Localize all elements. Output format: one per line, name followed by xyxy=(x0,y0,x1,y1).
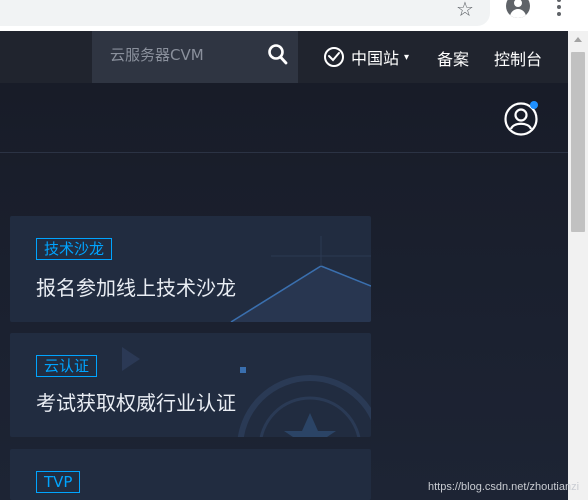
region-globe-icon xyxy=(324,47,344,67)
card-tag: 云认证 xyxy=(36,355,98,377)
card-tvp[interactable]: TVP xyxy=(10,449,371,500)
watermark: https://blog.csdn.net/zhoutianzi xyxy=(428,481,580,493)
page-scrollbar[interactable] xyxy=(568,31,588,500)
nav-link-filing[interactable]: 备案 xyxy=(437,46,469,70)
account-icon[interactable] xyxy=(506,0,530,18)
card-title: 报名参加线上技术沙龙 xyxy=(36,276,236,300)
region-selector[interactable]: 中国站 ▾ xyxy=(323,45,409,69)
browser-toolbar: ☆ xyxy=(0,0,588,31)
search-icon[interactable] xyxy=(268,44,288,66)
scroll-thumb[interactable] xyxy=(571,52,585,232)
region-label: 中国站 xyxy=(351,49,400,68)
card-salon[interactable]: 技术沙龙 报名参加线上技术沙龙 xyxy=(10,216,371,322)
scroll-up-arrow-icon[interactable] xyxy=(574,37,582,42)
nav-link-console[interactable]: 控制台 xyxy=(494,46,542,70)
search-input[interactable] xyxy=(108,45,262,65)
card-title: 考试获取权威行业认证 xyxy=(36,391,236,415)
card-decoration xyxy=(122,347,371,437)
card-tag: 技术沙龙 xyxy=(36,238,113,260)
notification-dot xyxy=(530,101,538,109)
section-divider xyxy=(0,152,568,153)
menu-dots-icon[interactable] xyxy=(557,0,561,18)
card-certification[interactable]: 云认证 考试获取权威行业认证 xyxy=(10,333,371,437)
address-bar[interactable] xyxy=(0,0,490,26)
user-circle-icon[interactable] xyxy=(503,99,541,137)
star-icon[interactable]: ☆ xyxy=(456,0,474,21)
card-tag: TVP xyxy=(36,471,81,493)
chevron-down-icon: ▾ xyxy=(404,51,410,63)
card-decoration xyxy=(230,236,371,322)
